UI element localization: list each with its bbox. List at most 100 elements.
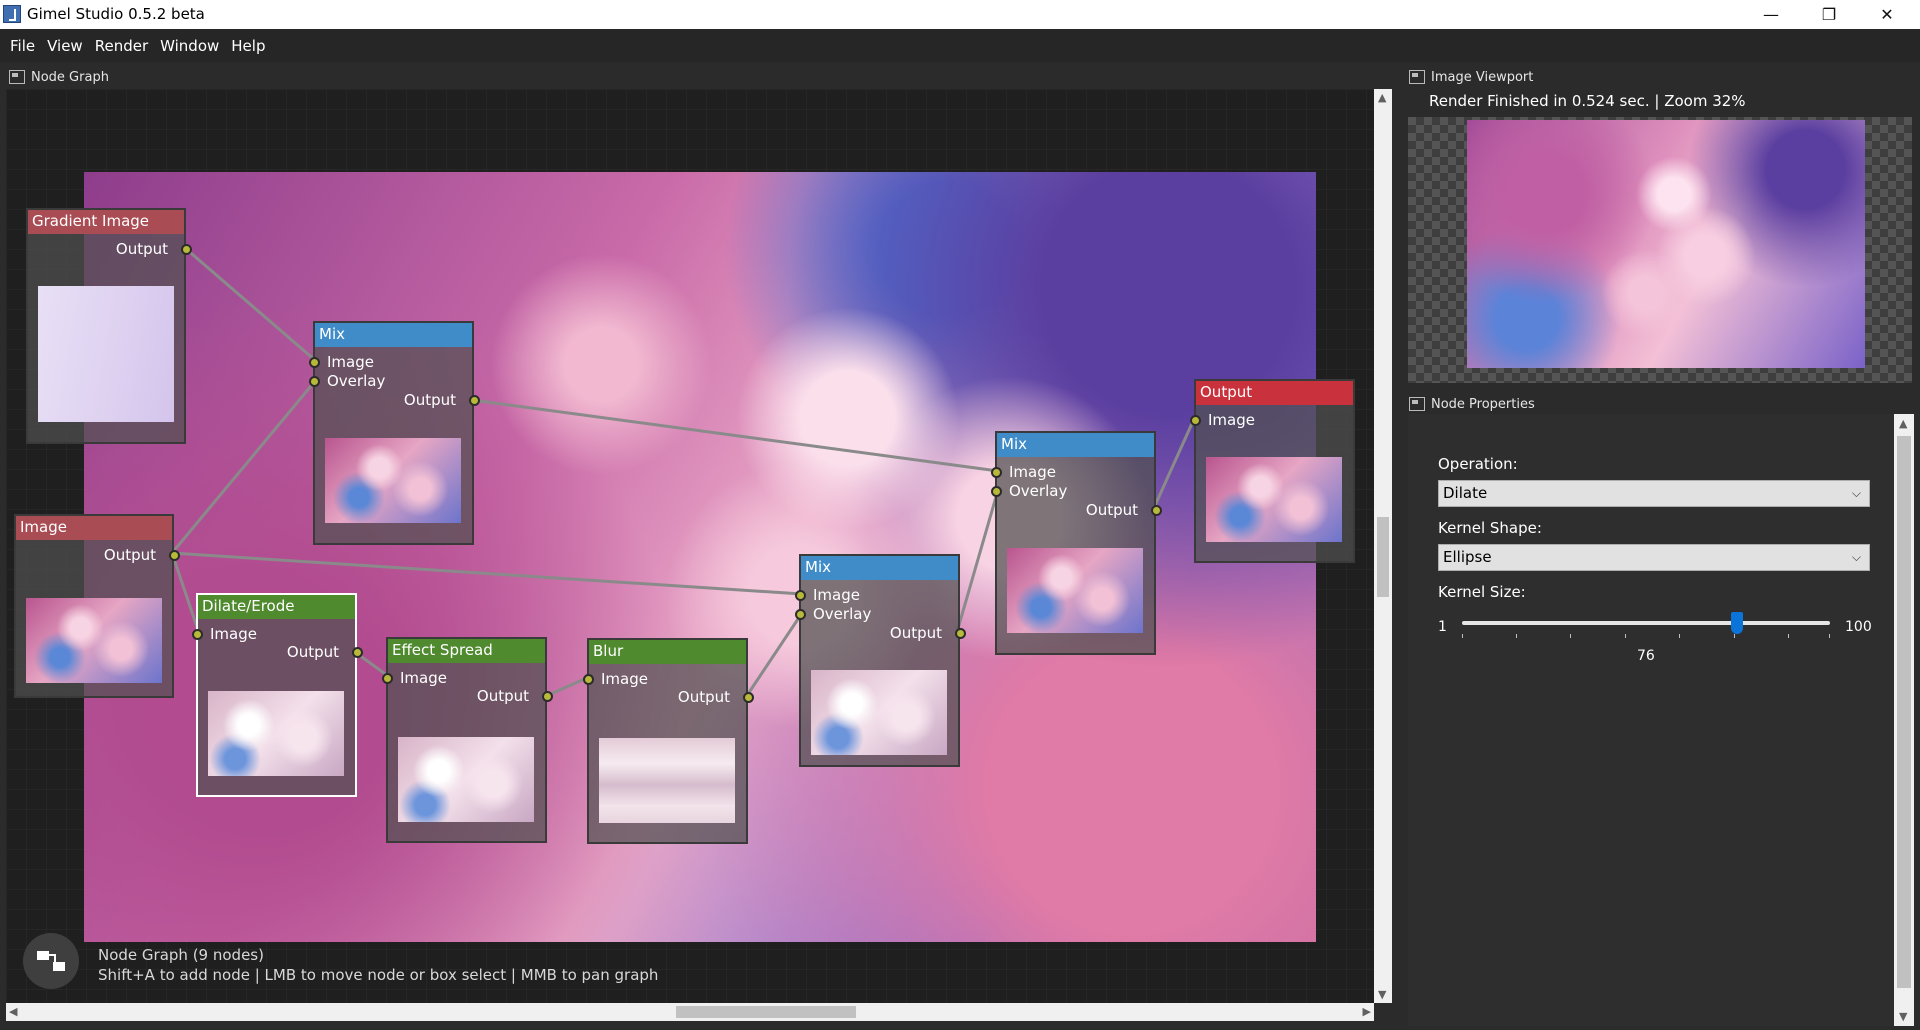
node-preview (599, 738, 735, 823)
socket-label-output: Output (103, 546, 156, 564)
graph-vertical-scrollbar[interactable]: ▲ ▼ (1374, 89, 1392, 1003)
socket-label-output: Output (115, 240, 168, 258)
output-socket[interactable] (169, 550, 180, 561)
properties-vertical-scrollbar[interactable]: ▲ ▼ (1894, 414, 1914, 1026)
socket-label-output: Output (889, 624, 942, 642)
kernel-shape-value: Ellipse (1443, 548, 1492, 566)
scroll-up-icon[interactable]: ▲ (1899, 417, 1907, 430)
node-title: Mix (997, 433, 1154, 457)
socket-label-output: Output (286, 643, 339, 661)
node-title: Dilate/Erode (198, 595, 355, 619)
socket-label-overlay: Overlay (813, 605, 872, 623)
input-socket-image[interactable] (382, 673, 393, 684)
socket-label-image: Image (601, 670, 648, 688)
input-socket-image[interactable] (583, 674, 594, 685)
output-socket[interactable] (1151, 505, 1162, 516)
operation-value: Dilate (1443, 484, 1488, 502)
scroll-up-icon[interactable]: ▲ (1378, 91, 1386, 104)
maximize-button[interactable]: ❐ (1800, 0, 1858, 29)
node-image[interactable]: Image Output (14, 514, 180, 698)
graph-logo-icon (23, 933, 79, 989)
output-socket[interactable] (469, 395, 480, 406)
node-mix-1[interactable]: Mix Image Overlay Output (309, 321, 480, 545)
node-mix-3[interactable]: Mix Image Overlay Output (991, 431, 1162, 655)
output-socket[interactable] (181, 244, 192, 255)
node-title: Blur (589, 640, 746, 664)
socket-label-image: Image (400, 669, 447, 687)
node-preview (811, 670, 947, 755)
socket-label-image: Image (210, 625, 257, 643)
node-title: Gradient Image (28, 210, 184, 234)
render-status: Render Finished in 0.524 sec. | Zoom 32% (1429, 92, 1746, 110)
scroll-right-icon[interactable]: ▶ (1363, 1005, 1371, 1018)
node-blur[interactable]: Blur Image Output (583, 638, 754, 844)
socket-label-output: Output (476, 687, 529, 705)
node-output[interactable]: Output Image (1190, 379, 1355, 563)
kernel-shape-label: Kernel Shape: (1438, 519, 1542, 537)
node-preview (1007, 548, 1143, 633)
node-preview (325, 438, 461, 523)
socket-label-output: Output (403, 391, 456, 409)
output-socket[interactable] (743, 692, 754, 703)
kernel-size-slider-thumb[interactable] (1731, 612, 1743, 634)
rendered-image (1467, 120, 1865, 368)
properties-panel-title: Node Properties (1431, 396, 1535, 412)
input-socket-image[interactable] (309, 357, 320, 368)
scrollbar-thumb[interactable] (1897, 436, 1911, 988)
menu-help[interactable]: Help (225, 37, 271, 55)
operation-dropdown[interactable]: Dilate ⌵ (1438, 480, 1870, 507)
kernel-size-label: Kernel Size: (1438, 583, 1526, 601)
minimize-button[interactable]: — (1742, 0, 1800, 29)
input-socket-image[interactable] (795, 590, 806, 601)
menu-window[interactable]: Window (154, 37, 225, 55)
node-mix-2[interactable]: Mix Image Overlay Output (795, 554, 966, 767)
input-socket-overlay[interactable] (795, 609, 806, 620)
scrollbar-thumb[interactable] (676, 1006, 856, 1018)
input-socket-image[interactable] (192, 629, 203, 640)
menu-bar: File View Render Window Help (0, 29, 1920, 62)
kernel-shape-dropdown[interactable]: Ellipse ⌵ (1438, 544, 1870, 571)
socket-label-image: Image (813, 586, 860, 604)
input-socket-image[interactable] (991, 467, 1002, 478)
chevron-down-icon: ⌵ (1851, 486, 1861, 500)
kernel-size-max: 100 (1845, 619, 1872, 635)
properties-panel-icon (1409, 397, 1425, 411)
input-socket-overlay[interactable] (991, 486, 1002, 497)
kernel-size-value: 76 (1637, 648, 1655, 664)
graph-horizontal-scrollbar[interactable]: ◀ ▶ (6, 1003, 1374, 1021)
viewport-panel-icon (1409, 70, 1425, 84)
scrollbar-thumb[interactable] (1377, 517, 1389, 597)
menu-render[interactable]: Render (89, 37, 154, 55)
output-socket[interactable] (352, 647, 363, 658)
node-preview (26, 598, 162, 683)
node-preview (1206, 457, 1342, 542)
graph-status-title: Node Graph (9 nodes) (98, 946, 264, 964)
scroll-left-icon[interactable]: ◀ (9, 1005, 17, 1018)
close-button[interactable]: ✕ (1858, 0, 1916, 29)
input-socket-overlay[interactable] (309, 376, 320, 387)
node-title: Effect Spread (388, 639, 545, 663)
node-gradient-image[interactable]: Gradient Image Output (26, 208, 192, 444)
node-preview (208, 691, 344, 776)
kernel-size-slider[interactable] (1462, 621, 1830, 625)
socket-label-output: Output (677, 688, 730, 706)
node-dilate-erode[interactable]: Dilate/Erode Image Output (192, 593, 363, 797)
scroll-down-icon[interactable]: ▼ (1899, 1010, 1907, 1023)
output-socket[interactable] (542, 691, 553, 702)
node-effect-spread[interactable]: Effect Spread Image Output (382, 637, 553, 843)
socket-label-image: Image (1009, 463, 1056, 481)
node-graph-panel-title: Node Graph (31, 69, 109, 85)
scroll-down-icon[interactable]: ▼ (1378, 988, 1386, 1001)
node-preview (38, 286, 174, 422)
input-socket-image[interactable] (1190, 415, 1201, 426)
node-preview (398, 737, 534, 822)
socket-label-image: Image (1208, 411, 1255, 429)
socket-label-overlay: Overlay (327, 372, 386, 390)
socket-label-overlay: Overlay (1009, 482, 1068, 500)
node-graph-canvas[interactable]: Gradient Image Output Mix Image Overlay … (6, 89, 1374, 1003)
menu-file[interactable]: File (4, 37, 41, 55)
menu-view[interactable]: View (41, 37, 89, 55)
node-title: Image (16, 516, 172, 540)
socket-label-output: Output (1085, 501, 1138, 519)
output-socket[interactable] (955, 628, 966, 639)
